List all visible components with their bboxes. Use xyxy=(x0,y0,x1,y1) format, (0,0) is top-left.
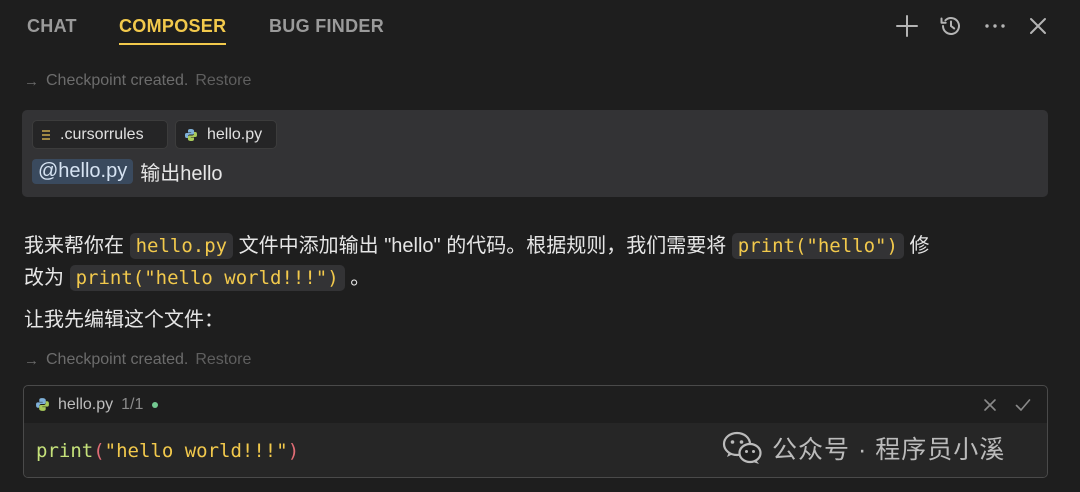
change-count: 1/1 xyxy=(121,395,144,413)
user-message-text: @hello.py 输出hello xyxy=(32,157,223,186)
file-mention[interactable]: @hello.py xyxy=(32,159,134,184)
code-token-paren: ) xyxy=(287,440,300,462)
text-span: 文件中添加输出 "hello" 的代码。根据规则，我们需要将 xyxy=(238,235,727,257)
assistant-paragraph-1-cont: 改为 print("hello world!!!") 。 xyxy=(24,262,370,294)
assistant-paragraph-1: 我来帮你在 hello.py 文件中添加输出 "hello" 的代码。根据规则，… xyxy=(24,230,930,262)
accept-icon[interactable] xyxy=(1012,394,1034,416)
message-text: 输出hello xyxy=(140,163,223,185)
wechat-icon xyxy=(722,431,762,465)
code-block-filename[interactable]: hello.py xyxy=(58,396,113,414)
chip-label: .cursorrules xyxy=(60,125,144,143)
code-block-header: hello.py 1/1 xyxy=(24,386,1047,423)
restore-link[interactable]: Restore xyxy=(195,72,251,90)
assistant-paragraph-2: 让我先编辑这个文件： xyxy=(24,309,224,331)
close-icon[interactable] xyxy=(1024,12,1052,40)
arrow-right-icon: → xyxy=(24,72,39,90)
inline-code: print("hello") xyxy=(731,233,904,259)
code-token-paren: ( xyxy=(93,440,105,462)
history-icon[interactable] xyxy=(937,12,965,40)
arrow-right-icon: → xyxy=(24,351,39,369)
reject-icon[interactable] xyxy=(979,394,1001,416)
python-icon xyxy=(35,397,50,412)
text-span: 我来帮你在 xyxy=(24,235,124,257)
watermark-text: 公众号 · 程序员小溪 xyxy=(772,436,1006,464)
file-lines-icon xyxy=(41,129,51,141)
chip-label: hello.py xyxy=(207,125,263,143)
status-dot xyxy=(152,401,159,408)
checkpoint-line: → Checkpoint created. Restore xyxy=(24,349,251,371)
user-message[interactable]: .cursorrules hello.py @hello.py 输出hello xyxy=(22,110,1048,197)
text-span: 修 xyxy=(909,235,930,257)
tab-bar: CHAT COMPOSER BUG FINDER xyxy=(0,0,1080,54)
tab-bug-finder[interactable]: BUG FINDER xyxy=(269,16,384,46)
inline-code: print("hello world!!!") xyxy=(69,265,345,291)
code-token-string: "hello world!!!" xyxy=(104,440,288,462)
code-token-function: print xyxy=(36,440,94,462)
plus-icon[interactable] xyxy=(893,12,921,40)
watermark: 公众号 · 程序员小溪 xyxy=(722,430,1005,466)
tab-composer[interactable]: COMPOSER xyxy=(119,16,227,46)
composer-panel: CHAT COMPOSER BUG FINDER → Checkpoint cr… xyxy=(0,0,1080,492)
inline-code: hello.py xyxy=(129,233,234,259)
checkpoint-text: Checkpoint created. xyxy=(46,351,189,368)
text-span: 。 xyxy=(350,267,371,289)
checkpoint-line: → Checkpoint created. Restore xyxy=(24,70,251,92)
restore-link[interactable]: Restore xyxy=(195,351,251,369)
tab-chat[interactable]: CHAT xyxy=(27,16,77,46)
context-chip-hello-py[interactable]: hello.py xyxy=(175,120,277,149)
checkpoint-text: Checkpoint created. xyxy=(46,72,189,89)
text-span: 改为 xyxy=(24,267,64,289)
python-icon xyxy=(184,128,198,142)
context-chip-cursorrules[interactable]: .cursorrules xyxy=(32,120,168,149)
more-icon[interactable] xyxy=(981,12,1009,40)
